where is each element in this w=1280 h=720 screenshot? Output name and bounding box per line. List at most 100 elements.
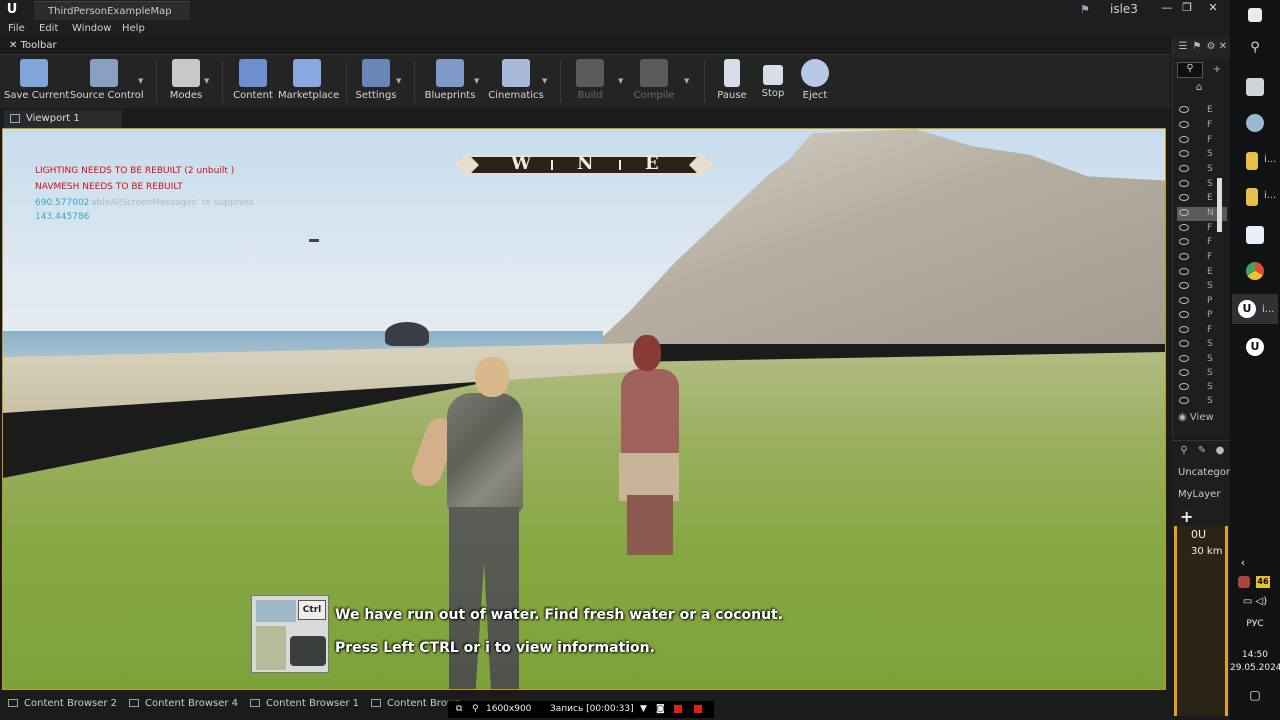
save-current-button[interactable]: Save Current <box>4 57 69 107</box>
marketplace-button[interactable]: Marketplace <box>278 57 339 107</box>
content-button[interactable]: Content <box>232 57 274 107</box>
brush-icon[interactable]: ✎ <box>1196 445 1208 457</box>
language-indicator[interactable]: РУС <box>1230 619 1280 629</box>
list-item[interactable]: S <box>1177 148 1227 162</box>
eye-icon[interactable] <box>1179 209 1189 216</box>
unreal-taskbar-icon[interactable]: U <box>1246 338 1264 356</box>
view-options-button[interactable]: ◉ View <box>1178 412 1214 423</box>
compile-dropdown-icon[interactable]: ▼ <box>684 77 692 85</box>
add-layer-button[interactable]: + <box>1180 507 1193 526</box>
eye-icon[interactable] <box>1179 282 1189 289</box>
layer-uncategorized[interactable]: Uncategori <box>1178 467 1233 478</box>
list-item[interactable]: F <box>1177 324 1227 338</box>
recorder-pause-icon[interactable] <box>674 705 682 713</box>
add-icon[interactable]: + <box>1211 64 1223 76</box>
source-control-button[interactable]: Source Control <box>70 57 144 107</box>
close-icon[interactable]: ✕ <box>1217 41 1229 53</box>
list-item[interactable]: S <box>1177 353 1227 367</box>
tab-content-browser-3[interactable]: Content Brows <box>371 698 460 709</box>
game-viewport[interactable]: LIGHTING NEEDS TO BE REBUILT (2 unbuilt … <box>2 128 1166 690</box>
recorder-window-icon[interactable]: ⧉ <box>456 704 462 714</box>
eye-icon[interactable] <box>1179 194 1189 201</box>
eye-icon[interactable] <box>1179 369 1189 376</box>
toolbar-tab[interactable]: ✕ Toolbar <box>4 38 74 54</box>
menu-edit[interactable]: Edit <box>39 23 58 34</box>
search-icon[interactable]: ⚲ <box>1246 40 1264 58</box>
close-button[interactable]: ✕ <box>1204 1 1222 15</box>
eye-icon[interactable] <box>1179 238 1189 245</box>
eye-icon[interactable] <box>1179 106 1189 113</box>
eject-button[interactable]: Eject <box>798 57 832 107</box>
recorder-dropdown-icon[interactable]: ▼ <box>640 704 647 714</box>
list-item[interactable]: P <box>1177 295 1227 309</box>
eye-icon[interactable] <box>1179 121 1189 128</box>
chrome-icon[interactable] <box>1246 262 1264 280</box>
eye-icon[interactable] <box>1179 268 1189 275</box>
list-icon[interactable]: ☰ <box>1177 41 1189 53</box>
list-item[interactable]: E <box>1177 104 1227 118</box>
folder-icon[interactable] <box>1246 188 1258 206</box>
modes-button[interactable]: Modes <box>166 57 206 107</box>
eye-icon[interactable] <box>1179 340 1189 347</box>
menu-file[interactable]: File <box>8 23 25 34</box>
outliner-scrollbar[interactable] <box>1217 178 1222 232</box>
list-item[interactable]: E <box>1177 266 1227 280</box>
settings-icon[interactable]: ⚙ <box>1205 41 1217 53</box>
list-item[interactable]: S <box>1177 367 1227 381</box>
eye-icon[interactable] <box>1179 150 1189 157</box>
list-item[interactable]: F <box>1177 251 1227 265</box>
source-control-dropdown-icon[interactable]: ▼ <box>138 77 146 85</box>
eye-icon[interactable] <box>1179 180 1189 187</box>
eye-icon[interactable] <box>1179 136 1189 143</box>
list-item[interactable]: S <box>1177 395 1227 409</box>
menu-window[interactable]: Window <box>72 23 111 34</box>
document-icon[interactable] <box>1246 226 1264 244</box>
eye-icon[interactable] <box>1179 297 1189 304</box>
tab-content-browser-4[interactable]: Content Browser 4 <box>129 698 238 709</box>
eye-icon[interactable] <box>1179 253 1189 260</box>
build-dropdown-icon[interactable]: ▼ <box>618 77 626 85</box>
cinematics-dropdown-icon[interactable]: ▼ <box>542 77 550 85</box>
blueprints-dropdown-icon[interactable]: ▼ <box>474 77 482 85</box>
tray-network-sound-icons[interactable]: ▭ ◁) <box>1230 596 1280 607</box>
tab-content-browser-1[interactable]: Content Browser 1 <box>250 698 359 709</box>
recorder-zoom-icon[interactable]: ⚲ <box>472 704 479 714</box>
search-icon[interactable]: ⚲ <box>1177 62 1203 78</box>
windows-start-icon[interactable] <box>1248 8 1262 22</box>
chevron-left-icon[interactable]: ‹ <box>1236 556 1250 569</box>
stop-button[interactable]: Stop <box>756 57 790 107</box>
list-item[interactable]: F <box>1177 134 1227 148</box>
list-item[interactable]: S <box>1177 338 1227 352</box>
app-icon[interactable] <box>1246 114 1264 132</box>
unreal-taskbar-icon[interactable]: U <box>1238 300 1256 318</box>
compile-button[interactable]: Compile <box>632 57 676 107</box>
modes-dropdown-icon[interactable]: ▼ <box>204 77 212 85</box>
blueprints-button[interactable]: Blueprints <box>424 57 476 107</box>
minimize-button[interactable]: — <box>1158 1 1176 15</box>
recorder-stop-icon[interactable] <box>694 705 702 713</box>
clock-time[interactable]: 14:50 <box>1230 650 1280 660</box>
filter-icon[interactable]: ⚑ <box>1191 41 1203 53</box>
globe-icon[interactable]: ● <box>1214 445 1226 457</box>
menu-help[interactable]: Help <box>122 23 145 34</box>
app-icon[interactable] <box>1246 78 1264 96</box>
search-icon[interactable]: ⚲ <box>1178 445 1190 457</box>
eye-icon[interactable] <box>1179 224 1189 231</box>
folder-icon[interactable] <box>1246 152 1258 170</box>
eye-icon[interactable] <box>1179 326 1189 333</box>
eye-icon[interactable] <box>1179 383 1189 390</box>
pause-button[interactable]: Pause <box>714 57 750 107</box>
restore-button[interactable]: ❐ <box>1178 1 1196 15</box>
tray-app-icon[interactable] <box>1238 576 1250 588</box>
list-item[interactable]: F <box>1177 236 1227 250</box>
eye-icon[interactable] <box>1179 165 1189 172</box>
list-item[interactable]: P <box>1177 309 1227 323</box>
eye-icon[interactable] <box>1179 397 1189 404</box>
cinematics-button[interactable]: Cinematics <box>488 57 544 107</box>
tab-content-browser-2[interactable]: Content Browser 2 <box>8 698 117 709</box>
eye-icon[interactable] <box>1179 311 1189 318</box>
settings-dropdown-icon[interactable]: ▼ <box>396 77 404 85</box>
list-item[interactable]: S <box>1177 280 1227 294</box>
tab-viewport-1[interactable]: Viewport 1 <box>4 110 122 128</box>
layer-mylayer[interactable]: MyLayer <box>1178 489 1220 500</box>
